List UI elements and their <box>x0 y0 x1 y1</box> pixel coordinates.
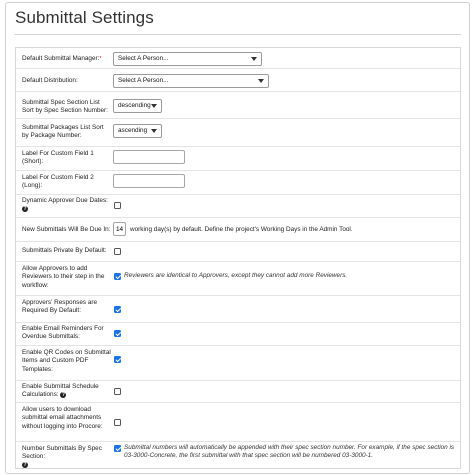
qr-codes-label: Enable QR Codes on Submittal Items and C… <box>22 349 111 373</box>
row-default-manager: Default Submittal Manager:* Select A Per… <box>16 48 460 69</box>
row-schedule-calculations: Enable Submittal Schedule Calculations: … <box>16 380 460 403</box>
package-sort-label: Submittal Packages List Sort by Package … <box>22 124 104 140</box>
row-spec-sort: Submittal Spec Section List Sort by Spec… <box>16 91 460 119</box>
settings-table: Default Submittal Manager:* Select A Per… <box>15 47 461 469</box>
due-in-label: New Submittals Will Be Due In: <box>22 226 111 233</box>
dynamic-due-checkbox[interactable] <box>114 202 121 209</box>
approver-reviewers-note: Reviewers are identical to Approvers, ex… <box>124 272 348 279</box>
download-attachments-checkbox[interactable] <box>114 419 121 426</box>
question-circle-icon[interactable]: ? <box>22 462 28 469</box>
responses-required-checkbox[interactable] <box>114 306 121 313</box>
default-distribution-select-value: Select A Person... <box>118 77 169 84</box>
default-manager-select-value: Select A Person... <box>118 55 169 62</box>
qr-codes-checkbox[interactable] <box>114 356 121 363</box>
caret-down-icon <box>151 129 157 133</box>
default-manager-select[interactable]: Select A Person... <box>113 52 262 66</box>
row-number-by-spec: Number Submittals By Spec Section:? Subm… <box>16 441 460 469</box>
row-due-in: New Submittals Will Be Due In: working d… <box>16 217 460 242</box>
row-default-distribution: Default Distribution: Select A Person... <box>16 68 460 92</box>
dynamic-due-label: Dynamic Approver Due Dates:? <box>22 197 108 212</box>
private-default-checkbox[interactable] <box>114 248 121 255</box>
due-in-days-input[interactable] <box>113 222 126 236</box>
spec-sort-select-value: descending <box>118 102 151 109</box>
row-custom-field-1: Label For Custom Field 1 (Short): <box>16 146 460 171</box>
due-in-suffix: working day(s) by default. Define the pr… <box>130 226 353 233</box>
custom-field-1-input[interactable] <box>113 150 185 164</box>
schedule-calc-checkbox[interactable] <box>114 388 121 395</box>
approver-reviewers-checkbox[interactable] <box>114 273 121 280</box>
caret-down-icon <box>251 57 257 61</box>
row-package-sort: Submittal Packages List Sort by Package … <box>16 118 460 147</box>
row-custom-field-2: Label For Custom Field 2 (Long): <box>16 170 460 195</box>
number-by-spec-checkbox[interactable] <box>114 445 121 452</box>
required-mark: * <box>99 56 102 62</box>
default-distribution-label: Default Distribution: <box>22 77 78 84</box>
package-sort-select[interactable]: ascending <box>113 124 162 138</box>
question-circle-icon[interactable]: ? <box>60 391 67 398</box>
row-approver-reviewers: Allow Approvers to add Reviewers to thei… <box>16 261 460 296</box>
default-distribution-select[interactable]: Select A Person... <box>113 74 269 88</box>
schedule-calc-label: Enable Submittal Schedule Calculations: … <box>22 383 99 399</box>
settings-panel: Submittal Settings Default Submittal Man… <box>5 2 470 474</box>
email-reminders-checkbox[interactable] <box>114 330 121 337</box>
spec-sort-label: Submittal Spec Section List Sort by Spec… <box>22 99 108 115</box>
default-manager-label: Default Submittal Manager:* <box>22 55 102 62</box>
custom-field-1-label: Label For Custom Field 1 (Short): <box>22 150 94 166</box>
page-title: Submittal Settings <box>15 8 154 27</box>
approver-reviewers-label: Allow Approvers to add Reviewers to thei… <box>22 265 105 289</box>
number-by-spec-label: Number Submittals By Spec Section:? <box>22 445 102 469</box>
row-download-attachments: Allow users to download submittal email … <box>16 402 460 442</box>
title-divider <box>14 34 461 35</box>
custom-field-2-label: Label For Custom Field 2 (Long): <box>22 174 94 190</box>
question-circle-icon[interactable]: ? <box>22 205 28 212</box>
package-sort-select-value: ascending <box>118 127 148 134</box>
caret-down-icon <box>151 104 157 108</box>
private-default-label: Submittals Private By Default: <box>22 247 107 254</box>
download-attachments-label: Allow users to download submittal email … <box>22 406 103 430</box>
responses-required-label: Approvers' Responses are Required By Def… <box>22 299 98 315</box>
caret-down-icon <box>258 79 264 83</box>
custom-field-2-input[interactable] <box>113 174 185 188</box>
email-reminders-label: Enable Email Reminders For Overdue Submi… <box>22 325 104 341</box>
row-dynamic-due-dates: Dynamic Approver Due Dates:? <box>16 194 460 218</box>
row-private-default: Submittals Private By Default: <box>16 241 460 262</box>
row-responses-required: Approvers' Responses are Required By Def… <box>16 295 460 323</box>
row-email-reminders: Enable Email Reminders For Overdue Submi… <box>16 322 460 346</box>
number-by-spec-note: Submittal numbers will automatically be … <box>124 444 455 460</box>
row-qr-codes: Enable QR Codes on Submittal Items and C… <box>16 345 460 381</box>
spec-sort-select[interactable]: descending <box>113 99 162 113</box>
